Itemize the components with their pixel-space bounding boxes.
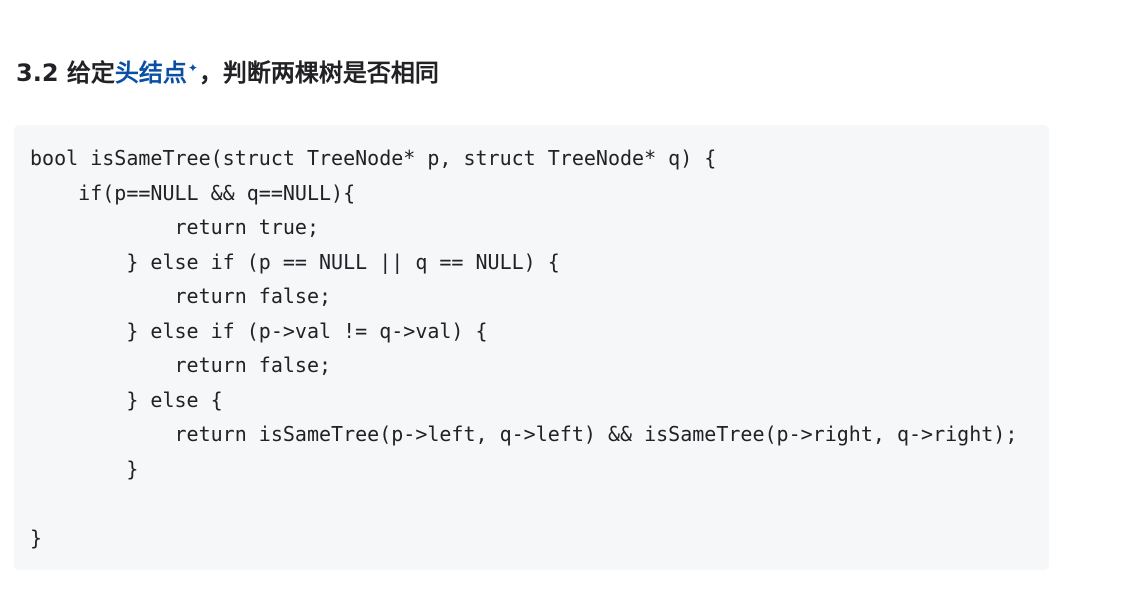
code-line: return isSameTree(p->left, q->left) && i… <box>30 422 1018 446</box>
code-block: bool isSameTree(struct TreeNode* p, stru… <box>14 125 1049 570</box>
code-line: return false; <box>30 353 332 377</box>
code-line: } else if (p->val != q->val) { <box>30 318 488 343</box>
code-line: return false; <box>30 284 332 308</box>
code-line: } <box>30 456 139 481</box>
code-line: } else if (p == NULL || q == NULL) { <box>30 249 560 274</box>
code-line: } <box>30 525 43 550</box>
code-line: bool isSameTree(struct TreeNode* p, stru… <box>30 146 717 170</box>
heading-suffix: ，判断两棵树是否相同 <box>198 59 439 87</box>
section-heading: 3.2 给定头结点✦，判断两棵树是否相同 <box>16 53 439 93</box>
code-content: bool isSameTree(struct TreeNode* p, stru… <box>30 141 1017 555</box>
heading-prefix: 给定 <box>66 59 115 87</box>
code-line: } else { <box>30 387 223 412</box>
heading-number: 3.2 <box>16 59 67 87</box>
keyword-link[interactable]: 头结点 <box>115 59 187 87</box>
sparkle-icon: ✦ <box>187 61 198 75</box>
code-line: return true; <box>30 215 319 239</box>
code-line: if(p==NULL && q==NULL){ <box>30 180 356 205</box>
